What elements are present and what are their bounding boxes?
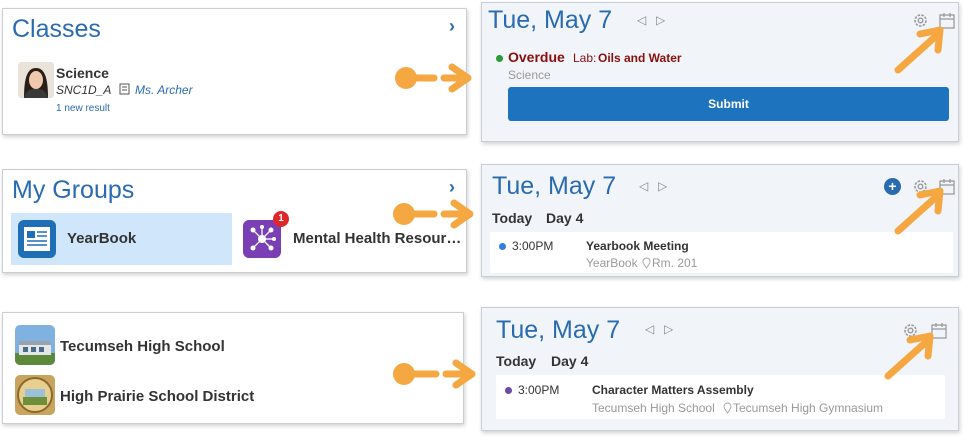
- teacher-link[interactable]: Ms. Archer: [135, 83, 193, 97]
- callout-arrow-diag-1: [894, 26, 944, 74]
- prev-day-icon[interactable]: ◁: [639, 179, 648, 193]
- org-label[interactable]: High Prairie School District: [60, 388, 254, 405]
- next-day-icon[interactable]: ▷: [664, 322, 673, 336]
- school-building-icon[interactable]: [15, 325, 55, 365]
- location-pin-icon: [642, 256, 651, 269]
- event-time: 3:00PM: [518, 383, 560, 397]
- teacher-icon: [118, 83, 131, 96]
- org-label[interactable]: Tecumseh High School: [60, 338, 225, 355]
- chevron-right-icon[interactable]: ›: [449, 16, 455, 37]
- callout-arrow-left-1: [395, 63, 472, 93]
- prev-day-icon[interactable]: ◁: [637, 13, 646, 27]
- class-name[interactable]: Science: [56, 65, 109, 81]
- status-dot: [496, 55, 503, 62]
- calendar-date: Tue, May 7: [496, 316, 621, 344]
- teacher-avatar: [18, 62, 54, 98]
- new-result-link[interactable]: 1 new result: [56, 103, 110, 114]
- groups-title[interactable]: My Groups: [12, 176, 134, 205]
- group-tile-yearbook[interactable]: YearBook: [11, 213, 232, 265]
- today-label: Today: [496, 353, 537, 369]
- event-group: Tecumseh High School: [592, 401, 715, 415]
- submit-button[interactable]: Submit: [508, 87, 949, 121]
- callout-arrow-left-2: [393, 199, 474, 229]
- event-location: Tecumseh High Gymnasium: [733, 401, 884, 415]
- today-label: Today: [492, 210, 533, 226]
- class-code: SNC1D_A: [56, 83, 112, 97]
- callout-arrow-diag-3: [884, 332, 934, 380]
- chevron-right-icon[interactable]: ›: [449, 177, 455, 198]
- event-dot: [499, 243, 506, 250]
- prev-day-icon[interactable]: ◁: [645, 322, 654, 336]
- event-location: Rm. 201: [652, 256, 698, 270]
- event-time: 3:00PM: [512, 239, 554, 253]
- event-group: YearBook: [586, 256, 638, 270]
- group-label: YearBook: [67, 230, 137, 247]
- event-dot: [505, 387, 512, 394]
- next-day-icon[interactable]: ▷: [658, 179, 667, 193]
- assignment-type: Lab:: [573, 51, 597, 65]
- notification-badge: 1: [273, 211, 289, 227]
- calendar-date: Tue, May 7: [488, 6, 613, 34]
- assignment-course: Science: [508, 68, 551, 82]
- group-label: Mental Health Resour…: [293, 230, 462, 247]
- calendar-date: Tue, May 7: [492, 172, 617, 200]
- day-cycle-label: Day 4: [546, 210, 584, 226]
- network-icon: [243, 220, 281, 258]
- overdue-label: Overdue: [508, 49, 565, 65]
- assignment-title[interactable]: Oils and Water: [598, 51, 682, 65]
- callout-arrow-left-3: [393, 359, 476, 389]
- day-cycle-label: Day 4: [551, 353, 589, 369]
- event-item[interactable]: 3:00PM Yearbook Meeting YearBook Rm. 201: [490, 232, 953, 273]
- callout-arrow-diag-2: [894, 187, 944, 235]
- newspaper-icon: [18, 220, 56, 258]
- location-pin-icon: [723, 401, 732, 414]
- district-seal-icon[interactable]: [15, 375, 55, 415]
- next-day-icon[interactable]: ▷: [656, 13, 665, 27]
- event-title[interactable]: Yearbook Meeting: [586, 239, 689, 253]
- event-title[interactable]: Character Matters Assembly: [592, 383, 754, 397]
- classes-title[interactable]: Classes: [12, 15, 101, 44]
